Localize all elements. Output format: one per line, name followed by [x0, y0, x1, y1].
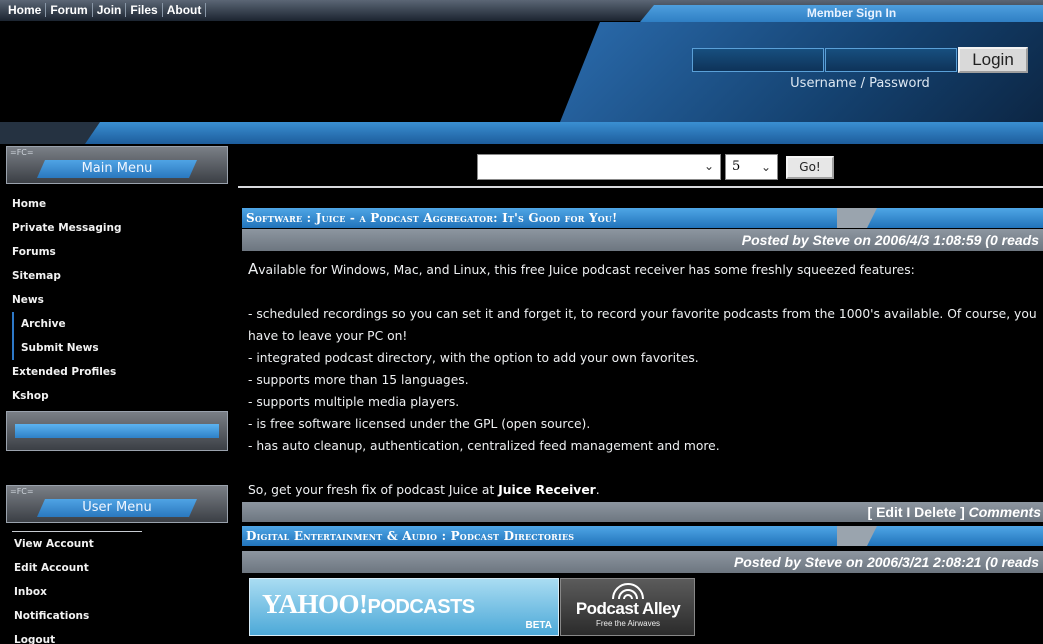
sidebar-item-inbox[interactable]: Inbox [14, 580, 94, 604]
comments-link[interactable]: Comments [969, 504, 1041, 520]
story-intro-text: vailable for Windows, Mac, and Linux, th… [258, 263, 915, 277]
story-bullet: - scheduled recordings so you can set it… [248, 307, 1037, 343]
yahoo-logo-sub: PODCASTS [367, 596, 476, 618]
main-menu-footer-bar [15, 424, 219, 438]
main-menu-tag: =FC= [10, 148, 34, 157]
story-bullet: - is free software licensed under the GP… [248, 417, 591, 431]
story-title-bar: Software : Juice - a Podcast Aggregator:… [242, 208, 1043, 228]
story-bullet: - has auto cleanup, authentication, cent… [248, 439, 720, 453]
topic-select[interactable]: ⌄ [477, 154, 721, 180]
sidebar-item-kshop[interactable]: Kshop [12, 384, 121, 408]
sidebar-item-edit-account[interactable]: Edit Account [14, 556, 94, 580]
story-title[interactable]: Digital Entertainment & Audio : Podcast … [246, 526, 574, 546]
sidebar-item-sitemap[interactable]: Sitemap [12, 264, 121, 288]
nav-link-forum[interactable]: Forum [46, 3, 93, 17]
podcast-alley-logo[interactable]: Podcast Alley Free the Airwaves [560, 578, 695, 636]
story-closing-text: So, get your fresh fix of podcast Juice … [248, 483, 499, 497]
podcast-alley-tagline: Free the Airwaves [595, 619, 661, 628]
sidebar-item-private-messaging[interactable]: Private Messaging [12, 216, 121, 240]
yahoo-logo-main: YAHOO! [262, 589, 368, 619]
nav-link-join[interactable]: Join [93, 3, 127, 17]
story-spacer [248, 281, 1038, 303]
story-bullet: - supports more than 15 languages. [248, 373, 469, 387]
story-body: Available for Windows, Mac, and Linux, t… [248, 258, 1038, 501]
go-button[interactable]: Go! [786, 156, 834, 179]
yahoo-logo-text: YAHOO!PODCASTS [262, 589, 475, 620]
sidebar-item-home[interactable]: Home [12, 192, 121, 216]
yahoo-podcasts-logo[interactable]: YAHOO!PODCASTS BETA [249, 578, 559, 636]
story-intro-initial: A [248, 260, 259, 278]
nav-link-home[interactable]: Home [4, 3, 47, 17]
story-title[interactable]: Software : Juice - a Podcast Aggregator:… [246, 208, 618, 228]
member-sign-in-title: Member Sign In [806, 6, 897, 20]
nav-link-about[interactable]: About [163, 3, 207, 17]
story-closing: So, get your fresh fix of podcast Juice … [248, 479, 1038, 501]
user-menu-list: View Account Edit Account Inbox Notifica… [14, 532, 94, 644]
podcast-alley-name: Podcast Alley [575, 599, 681, 618]
sidebar-item-news[interactable]: News [12, 288, 121, 312]
sidebar-item-forums[interactable]: Forums [12, 240, 121, 264]
story-title-bar: Digital Entertainment & Audio : Podcast … [242, 526, 1043, 546]
juice-receiver-link[interactable]: Juice Receiver [498, 483, 596, 497]
header-band [0, 122, 1043, 144]
sidebar-item-view-account[interactable]: View Account [14, 532, 94, 556]
yahoo-logo-beta: BETA [525, 620, 552, 631]
main-menu-footer [6, 411, 228, 451]
login-button[interactable]: Login [958, 47, 1028, 73]
story-posted-meta: Posted by Steve on 2006/3/21 2:08:21 (0 … [242, 551, 1043, 573]
login-caption: Username / Password [790, 76, 930, 91]
story-actions-bar: [ Edit I Delete ] Comments [242, 502, 1043, 522]
main-menu-list: Home Private Messaging Forums Sitemap Ne… [12, 192, 121, 408]
content-divider [238, 186, 1043, 188]
story-count-value: 5 [732, 159, 741, 174]
main-menu-title: Main Menu [81, 161, 153, 176]
sidebar-item-logout[interactable]: Logout [14, 628, 94, 644]
username-input[interactable] [692, 48, 824, 72]
header-band-accent [0, 122, 100, 144]
story-intro: Available for Windows, Mac, and Linux, t… [248, 258, 1038, 281]
broadcast-icon [612, 583, 644, 600]
story-bullet: - supports multiple media players. [248, 395, 460, 409]
story-posted-meta: Posted by Steve on 2006/4/3 1:08:59 (0 r… [242, 229, 1043, 251]
story-closing-period: . [595, 483, 600, 497]
sidebar-item-submit-news[interactable]: Submit News [12, 336, 121, 360]
main-menu-header: =FC= Main Menu [6, 146, 228, 184]
password-input[interactable] [825, 48, 957, 72]
chevron-down-icon: ⌄ [703, 159, 714, 173]
user-menu-tag: =FC= [10, 487, 34, 496]
story-bullet: - integrated podcast directory, with the… [248, 351, 699, 365]
chevron-down-icon: ⌄ [760, 160, 771, 174]
user-menu-header: =FC= User Menu [6, 485, 228, 523]
story-spacer [248, 457, 1038, 479]
nav-link-files[interactable]: Files [126, 3, 163, 17]
sidebar-item-archive[interactable]: Archive [12, 312, 121, 336]
sidebar-item-extended-profiles[interactable]: Extended Profiles [12, 360, 121, 384]
story-count-select[interactable]: 5 ⌄ [725, 154, 778, 180]
sidebar-item-notifications[interactable]: Notifications [14, 604, 94, 628]
user-menu-title: User Menu [82, 500, 152, 515]
edit-delete-links[interactable]: [ Edit I Delete ] [868, 504, 965, 520]
top-nav-links: Home Forum Join Files About [4, 3, 207, 17]
